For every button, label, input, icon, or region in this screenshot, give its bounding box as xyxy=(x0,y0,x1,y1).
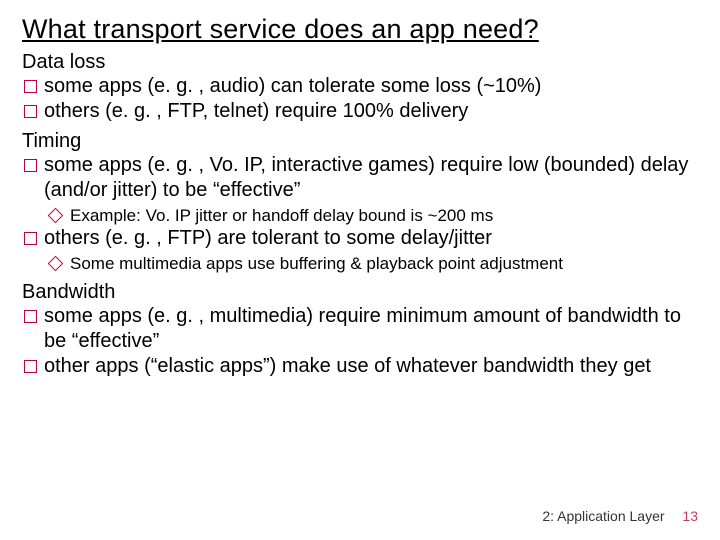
sub-bullet-item: Some multimedia apps use buffering & pla… xyxy=(46,253,698,274)
bullet-text: other apps (“elastic apps”) make use of … xyxy=(44,354,698,379)
bullet-item: some apps (e. g. , audio) can tolerate s… xyxy=(22,74,698,99)
bullet-text: some apps (e. g. , multimedia) require m… xyxy=(44,304,698,354)
bullet-text: some apps (e. g. , audio) can tolerate s… xyxy=(44,74,698,99)
section-bandwidth-label: Bandwidth xyxy=(22,281,698,304)
square-bullet-icon xyxy=(24,360,37,373)
diamond-bullet-icon xyxy=(48,208,64,224)
sub-bullet-text: Some multimedia apps use buffering & pla… xyxy=(70,253,698,274)
square-bullet-icon xyxy=(24,232,37,245)
footer: 2: Application Layer 13 xyxy=(542,508,698,524)
square-bullet-icon xyxy=(24,105,37,118)
bullet-item: others (e. g. , FTP) are tolerant to som… xyxy=(22,226,698,251)
section-dataloss-label: Data loss xyxy=(22,51,698,74)
slide: What transport service does an app need?… xyxy=(0,0,720,379)
footer-chapter: 2: Application Layer xyxy=(542,508,664,524)
diamond-bullet-icon xyxy=(48,256,64,272)
square-bullet-icon xyxy=(24,310,37,323)
bullet-text: others (e. g. , FTP) are tolerant to som… xyxy=(44,226,698,251)
sub-bullet-text: Example: Vo. IP jitter or handoff delay … xyxy=(70,205,698,226)
bullet-item: others (e. g. , FTP, telnet) require 100… xyxy=(22,99,698,124)
square-bullet-icon xyxy=(24,159,37,172)
square-bullet-icon xyxy=(24,80,37,93)
bullet-text: some apps (e. g. , Vo. IP, interactive g… xyxy=(44,153,698,203)
bullet-item: other apps (“elastic apps”) make use of … xyxy=(22,354,698,379)
sub-bullet-item: Example: Vo. IP jitter or handoff delay … xyxy=(46,205,698,226)
bullet-item: some apps (e. g. , Vo. IP, interactive g… xyxy=(22,153,698,203)
bullet-text: others (e. g. , FTP, telnet) require 100… xyxy=(44,99,698,124)
footer-page-number: 13 xyxy=(682,508,698,524)
section-timing-label: Timing xyxy=(22,130,698,153)
slide-title: What transport service does an app need? xyxy=(22,14,698,45)
bullet-item: some apps (e. g. , multimedia) require m… xyxy=(22,304,698,354)
